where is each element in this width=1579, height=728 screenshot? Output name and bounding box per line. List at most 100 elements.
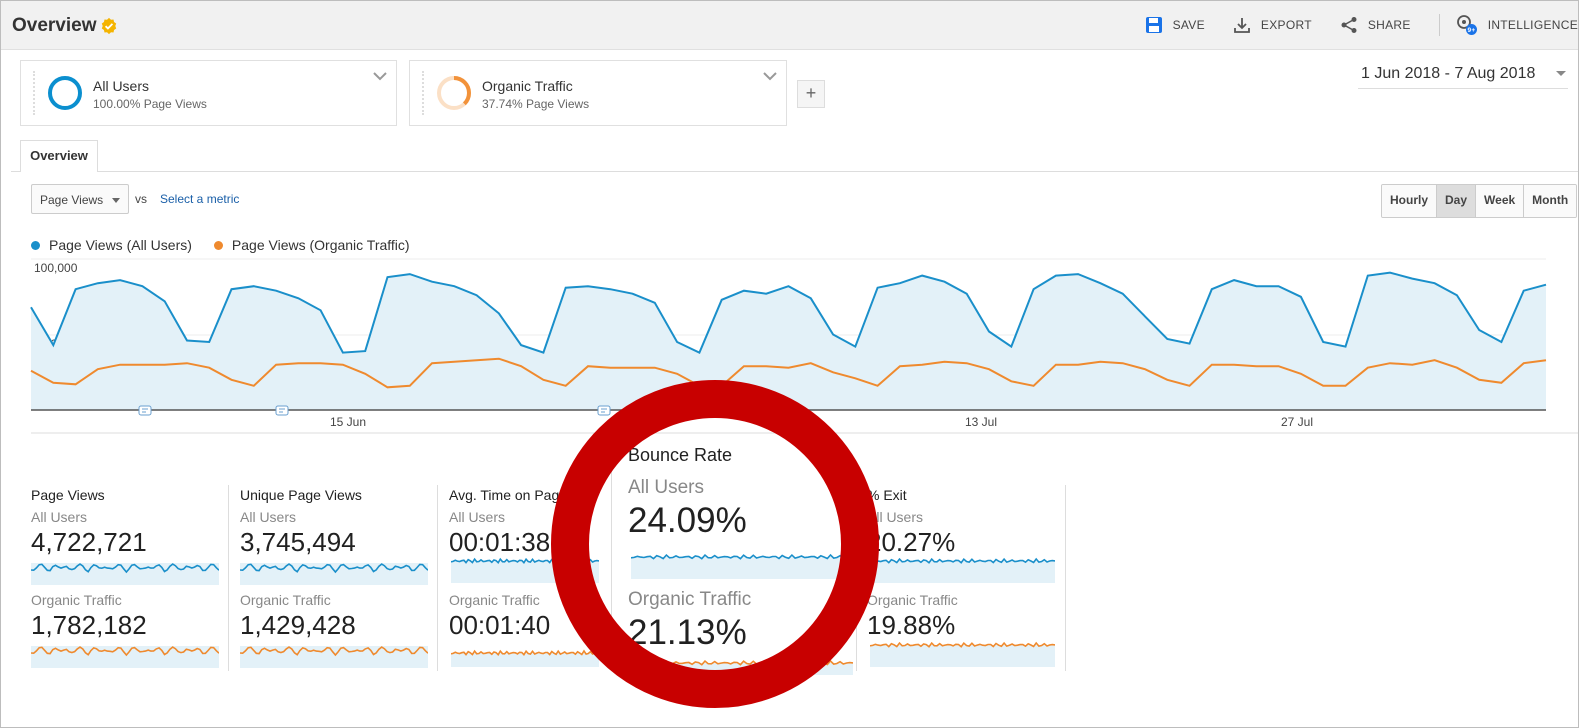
scorecard-title: % Exit [867, 487, 907, 503]
segment-card-organic-traffic[interactable]: Organic Traffic 37.74% Page Views [409, 60, 787, 126]
scorecard-title: Page Views [31, 487, 105, 503]
verified-badge-icon [101, 17, 117, 35]
legend-item-organic-traffic[interactable]: Page Views (Organic Traffic) [213, 237, 410, 253]
scorecard-page-views[interactable]: Page Views All Users 4,722,721 Organic T… [31, 485, 221, 671]
save-button[interactable]: SAVE [1145, 16, 1205, 34]
x-tick-label: 13 Jul [965, 415, 997, 429]
granularity-hourly[interactable]: Hourly [1382, 185, 1437, 217]
add-segment-button[interactable]: + [797, 80, 825, 108]
scorecard-divider [437, 485, 438, 671]
scorecard-segment-label: Organic Traffic [867, 592, 958, 608]
sparkline-organic [870, 641, 1055, 667]
x-tick-label: 15 Jun [330, 415, 366, 429]
date-range-text: 1 Jun 2018 - 7 Aug 2018 [1361, 65, 1536, 82]
annotation-marker[interactable] [138, 405, 152, 416]
date-range-picker[interactable]: 1 Jun 2018 - 7 Aug 2018 [1358, 62, 1568, 89]
chevron-down-icon[interactable] [372, 70, 388, 82]
granularity-week[interactable]: Week [1475, 185, 1524, 217]
sparkline-fill [451, 653, 599, 667]
export-label: EXPORT [1260, 18, 1312, 32]
scorecard-value: 3,745,494 [240, 527, 356, 557]
toolbar-divider [1438, 14, 1440, 36]
sparkline-all-users [870, 557, 1055, 583]
sparkline-fill [31, 563, 219, 585]
granularity-month[interactable]: Month [1523, 185, 1577, 217]
intelligence-button[interactable]: 9+ INTELLIGENCE [1456, 14, 1578, 36]
intelligence-icon: 9+ [1456, 15, 1477, 35]
scorecard-unique-page-views[interactable]: Unique Page Views All Users 3,745,494 Or… [240, 485, 430, 671]
sparkline-fill [631, 663, 853, 675]
segment-card-all-users[interactable]: All Users 100.00% Page Views [20, 60, 397, 126]
scorecard-bounce-rate[interactable]: Bounce Rate All Users 24.09% Organic Tra… [628, 445, 854, 675]
annotation-marker[interactable] [275, 405, 289, 416]
scorecard-segment-label: Organic Traffic [449, 592, 540, 608]
scorecard-avg-time-on-page[interactable]: Avg. Time on Page All Users 00:01:38 Org… [449, 485, 609, 671]
export-button[interactable]: EXPORT [1233, 16, 1312, 34]
donut-icon [48, 76, 82, 110]
intelligence-label: INTELLIGENCE [1487, 18, 1578, 32]
scorecard-divider [611, 441, 612, 671]
tab-overview[interactable]: Overview [20, 140, 98, 172]
chevron-down-icon[interactable] [762, 70, 778, 82]
sparkline-organic [240, 646, 428, 668]
scorecard-value: 00:01:40 [449, 610, 551, 640]
sparkline-organic [631, 659, 853, 675]
save-label: SAVE [1172, 18, 1205, 32]
donut-icon [437, 76, 471, 110]
segment-name: Organic Traffic [482, 78, 573, 94]
legend-label: Page Views (Organic Traffic) [231, 237, 410, 253]
tab-underline [11, 171, 1578, 172]
scorecard-segment-label: Organic Traffic [31, 592, 122, 608]
segment-name: All Users [93, 78, 150, 94]
drag-handle[interactable] [422, 71, 427, 115]
share-label: SHARE [1367, 18, 1411, 32]
download-icon [1234, 18, 1250, 33]
intelligence-badge: 9+ [1467, 27, 1475, 34]
sparkline-fill [451, 561, 599, 583]
metric-dropdown-value: Page Views [40, 193, 104, 207]
sparkline-fill [31, 646, 219, 668]
x-tick-label: 27 Jul [1281, 415, 1313, 429]
scorecard-title: Bounce Rate [628, 445, 733, 465]
series-layer [30, 271, 1547, 410]
legend-item-all-users[interactable]: Page Views (All Users) [31, 237, 192, 253]
share-icon [1341, 17, 1357, 33]
annotation-marker[interactable] [597, 405, 611, 416]
legend-swatch [31, 240, 40, 250]
caret-down-icon [1556, 71, 1566, 76]
granularity-toggle: Hourly Day Week Month [1381, 184, 1578, 218]
scorecard-value: 21.13% [628, 613, 747, 652]
drag-handle[interactable] [33, 71, 38, 115]
scorecard-divider [228, 485, 229, 671]
scorecard-value: 1,782,182 [31, 610, 147, 640]
metric-dropdown[interactable]: Page Views [31, 184, 129, 214]
report-header: Overview SAVE EXPORT SHARE 9+ INTELLIGEN… [1, 1, 1578, 50]
vs-label: vs [135, 192, 147, 206]
scorecard-exit-rate[interactable]: % Exit All Users 20.27% Organic Traffic … [867, 485, 1057, 671]
sparkline-all-users [451, 557, 599, 583]
legend-swatch [213, 240, 223, 250]
save-icon [1145, 17, 1162, 33]
scorecard-divider [856, 485, 857, 671]
scorecard-segment-label: All Users [240, 509, 297, 525]
scorecard-segment-label: Organic Traffic [628, 589, 752, 610]
segment-share: 100.00% Page Views [93, 97, 207, 111]
sparkline-fill [631, 557, 853, 579]
page-title: Overview [12, 15, 97, 36]
scorecard-value: 24.09% [628, 501, 747, 540]
analytics-frame: Overview SAVE EXPORT SHARE 9+ INTELLIGEN… [0, 0, 1579, 728]
caret-down-icon [112, 198, 120, 203]
scorecard-title: Avg. Time on Page [449, 487, 568, 503]
share-button[interactable]: SHARE [1340, 16, 1411, 34]
select-metric-link[interactable]: Select a metric [160, 192, 239, 206]
sparkline-fill [240, 646, 428, 668]
granularity-day[interactable]: Day [1436, 185, 1476, 217]
scorecard-segment-label: All Users [867, 509, 924, 525]
chart-legend: Page Views (All Users) Page Views (Organ… [31, 237, 410, 253]
page-views-chart: 100,000 50,000 15 Jun 13 Jul 27 Jul [30, 258, 1578, 434]
sparkline-all-users [240, 563, 428, 585]
scorecard-segment-label: All Users [449, 509, 506, 525]
scorecard-value: 4,722,721 [31, 527, 147, 557]
sparkline-organic [451, 649, 599, 667]
scorecard-segment-label: All Users [31, 509, 88, 525]
